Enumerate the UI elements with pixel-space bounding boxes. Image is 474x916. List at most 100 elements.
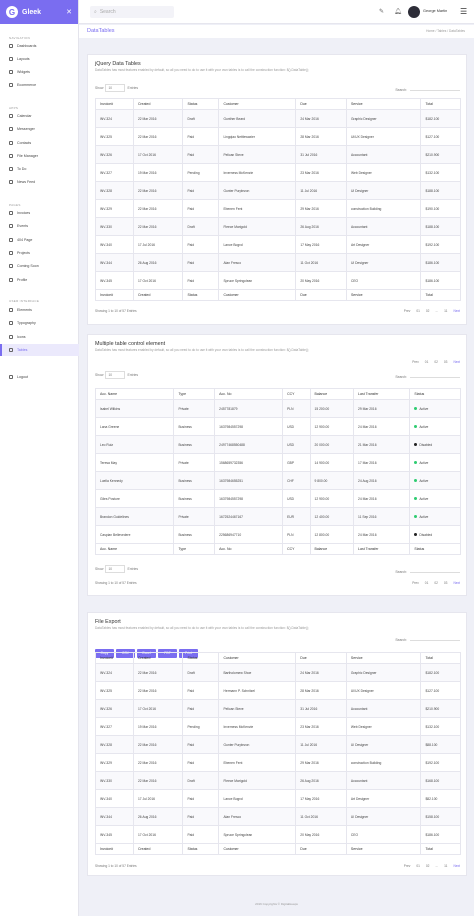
sidebar-item-tables[interactable]: Tables (0, 344, 79, 356)
column-header[interactable]: Due (295, 843, 347, 855)
page-link[interactable]: Next (453, 309, 460, 313)
sidebar-item-404-page[interactable]: 404 Page (0, 234, 79, 246)
sidebar-item-news-feed[interactable]: News Feed (0, 176, 79, 188)
column-header[interactable]: Created (132, 98, 184, 110)
column-header[interactable]: Status (182, 289, 220, 301)
sidebar-item-typography[interactable]: Typography (0, 317, 79, 329)
page-link[interactable]: Prev (412, 360, 419, 364)
column-header[interactable]: Total (420, 289, 461, 301)
column-header[interactable]: Customer (218, 98, 297, 110)
page-link[interactable]: 01 (425, 581, 429, 585)
column-header[interactable]: Customer (218, 652, 297, 664)
page-link[interactable]: 01 (416, 309, 420, 313)
table-row[interactable]: INV-327 19 Mar 2016 Pending Inverness McKen… (95, 163, 461, 182)
sidebar-item-contacts[interactable]: Contacts (0, 137, 79, 149)
page-link[interactable]: Next (453, 581, 460, 585)
table-search-bottom[interactable]: Search: (395, 567, 460, 574)
sidebar-item-layouts[interactable]: Layouts (0, 53, 79, 65)
breadcrumb[interactable]: Home / Tables / DataTables (426, 29, 465, 33)
page-link[interactable]: 11 (444, 309, 447, 313)
table-row[interactable]: Teresa May Private 1568659732356 GBP 14 900.… (94, 453, 461, 472)
sidebar-item-widgets[interactable]: Widgets (0, 66, 79, 78)
sidebar-item-events[interactable]: Events (0, 220, 79, 232)
column-header[interactable]: Service (345, 98, 422, 110)
sidebar-item-logout[interactable]: Logout (0, 371, 79, 383)
table-row[interactable]: INV-324 22 Mar 2016 Draft Gunther Beard 24 M… (95, 109, 461, 128)
page-link[interactable]: 03 (444, 581, 448, 585)
page-link[interactable]: 01 (425, 360, 429, 364)
table-search[interactable]: Search: (395, 85, 460, 92)
column-header[interactable]: Invoice# (95, 98, 134, 110)
column-header[interactable]: CCY (282, 543, 311, 555)
table-row[interactable]: INV-344 26 Aug 2016 Paid Alan Fresco 11 Oct … (95, 807, 461, 826)
table-row[interactable]: Luella Kennedy Business 1637984655251 CHF 9 … (94, 471, 461, 490)
column-header[interactable]: Customer (218, 843, 297, 855)
column-header[interactable]: Due (295, 652, 347, 664)
edit-icon[interactable]: ✎ (379, 8, 384, 15)
column-header[interactable]: Type (173, 388, 216, 400)
column-header[interactable]: Created (132, 289, 184, 301)
sidebar-item-ecommerce[interactable]: Ecommerce (0, 79, 79, 91)
sidebar-item-calendar[interactable]: Calendar (0, 110, 79, 122)
column-header[interactable]: Service (345, 652, 422, 664)
column-header[interactable]: Last Transfer (353, 543, 411, 555)
table-row[interactable]: INV-340 17 Jul 2016 Paid Lance Bogrol 17 May… (95, 789, 461, 808)
table-row[interactable]: INV-340 17 Jul 2016 Paid Lance Bogrol 17 May… (95, 235, 461, 254)
column-header[interactable]: CCY (282, 388, 311, 400)
column-header[interactable]: Acc. Name (94, 543, 175, 555)
column-header[interactable]: Status (182, 652, 220, 664)
page-link[interactable]: Prev (404, 309, 411, 313)
column-header[interactable]: Last Transfer (353, 388, 411, 400)
column-header[interactable]: Service (345, 843, 422, 855)
table-row[interactable]: INV-329 22 Mar 2016 Paid Ebenen Fent 29 Mar … (95, 753, 461, 772)
column-header[interactable]: Invoice# (95, 289, 134, 301)
column-header[interactable]: Total (420, 843, 461, 855)
table-row[interactable]: INV-327 19 Mar 2016 Pending Inverness McKen… (95, 717, 461, 736)
table-row[interactable]: INV-344 26 Aug 2016 Paid Alan Fresco 11 Oct … (95, 253, 461, 272)
table-row[interactable]: Caspian Bellevedere Business 225686947710 P… (94, 525, 461, 544)
table-row[interactable]: Brandon Guidelines Private 1672524467167 EU… (94, 507, 461, 526)
column-header[interactable]: Status (409, 543, 461, 555)
page-link[interactable]: 11 (444, 864, 447, 868)
table-row[interactable]: INV-330 22 Mar 2016 Draft Fleece Marigold 26… (95, 771, 461, 790)
table-row[interactable]: INV-328 22 Mar 2016 Paid Gunter Purplezon 11… (95, 735, 461, 754)
table-row[interactable]: Isabel Wilkins Private 2457781879 PLN 15 200… (94, 399, 461, 418)
sidebar-item-invoices[interactable]: Invoices (0, 207, 79, 219)
page-link[interactable]: Prev (412, 581, 419, 585)
column-header[interactable]: Customer (218, 289, 297, 301)
length-select[interactable]: 10 (105, 84, 126, 92)
sidebar-item-file-manager[interactable]: File Manager (0, 150, 79, 162)
page-link[interactable]: 02 (426, 864, 430, 868)
table-row[interactable]: INV-329 22 Mar 2016 Paid Ebenen Fent 29 Mar … (95, 199, 461, 218)
sidebar-item-to-do[interactable]: To Do (0, 163, 79, 175)
column-header[interactable]: Balance (309, 543, 355, 555)
sidebar-item-coming-soon[interactable]: Coming Soon (0, 260, 79, 272)
sidebar-item-messenger[interactable]: Messenger (0, 123, 79, 135)
column-header[interactable]: Status (182, 843, 220, 855)
table-row[interactable]: INV-326 17 Oct 2016 Paid Pelican Steve 31 Ju… (95, 145, 461, 164)
menu-icon[interactable]: ☰ (460, 7, 467, 16)
search-input[interactable]: ⌕ Search (90, 6, 174, 18)
sidebar-item-projects[interactable]: Projects (0, 247, 79, 259)
sidebar-item-icons[interactable]: Icons (0, 331, 79, 343)
page-link[interactable]: 02 (434, 360, 438, 364)
column-header[interactable]: Status (182, 98, 220, 110)
page-link[interactable]: 02 (434, 581, 438, 585)
table-row[interactable]: Lana Greene Business 1637984557298 USD 12 90… (94, 417, 461, 436)
page-link[interactable]: 03 (444, 360, 448, 364)
column-header[interactable]: Status (409, 388, 461, 400)
column-header[interactable]: Acc. Name (94, 388, 175, 400)
table-row[interactable]: Giles Posture Business 1637984557298 USD 12 … (94, 489, 461, 508)
sidebar-item-elements[interactable]: Elements (0, 304, 79, 316)
table-search[interactable]: Search: (395, 635, 460, 642)
table-search[interactable]: Search: (395, 372, 460, 379)
sidebar-item-dashboards[interactable]: Dashboards (0, 40, 79, 52)
page-link[interactable]: 02 (426, 309, 430, 313)
column-header[interactable]: Total (420, 98, 461, 110)
page-link[interactable]: ... (435, 309, 438, 313)
column-header[interactable]: Type (173, 543, 216, 555)
column-header[interactable]: Created (132, 843, 184, 855)
page-link[interactable]: 01 (416, 864, 420, 868)
avatar[interactable] (408, 6, 420, 18)
page-link[interactable]: Next (453, 360, 460, 364)
